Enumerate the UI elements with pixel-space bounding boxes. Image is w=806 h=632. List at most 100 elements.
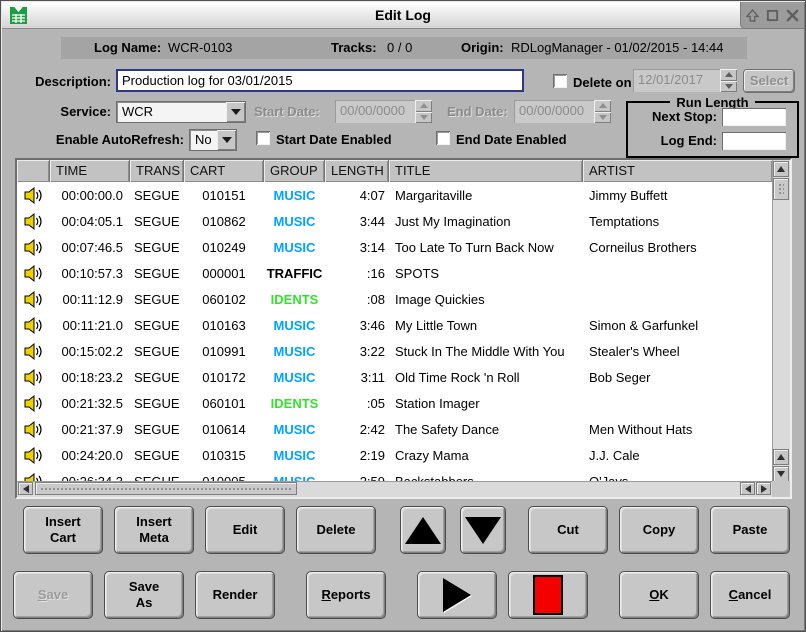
cell-time: 00:11:21.0 bbox=[50, 318, 130, 333]
edit-log-window: Edit Log Log Name: WCR-0103 Tracks: 0 / … bbox=[0, 0, 806, 632]
cell-time: 00:07:46.5 bbox=[50, 240, 130, 255]
table-row[interactable]: 00:10:57.3SEGUE000001TRAFFIC:16SPOTS bbox=[17, 260, 772, 286]
vertical-scrollbar[interactable] bbox=[772, 160, 790, 483]
delete-button[interactable]: Delete bbox=[296, 506, 376, 554]
play-button[interactable] bbox=[417, 571, 497, 619]
table-row[interactable]: 00:21:37.9SEGUE010614MUSIC2:42The Safety… bbox=[17, 416, 772, 442]
cell-trans: SEGUE bbox=[130, 344, 184, 359]
cell-cart: 060102 bbox=[184, 292, 264, 307]
col-artist[interactable]: ARTIST bbox=[583, 160, 772, 182]
table-row[interactable]: 00:11:12.9SEGUE060102IDENTS:08Image Quic… bbox=[17, 286, 772, 312]
cut-button[interactable]: Cut bbox=[528, 506, 608, 554]
button-label: Copy bbox=[643, 522, 676, 538]
save-button[interactable]: Save bbox=[13, 571, 93, 619]
table-row[interactable]: 00:15:02.2SEGUE010991MUSIC3:22Stuck In T… bbox=[17, 338, 772, 364]
cell-time: 00:15:02.2 bbox=[50, 344, 130, 359]
end-date-label: End Date: bbox=[447, 104, 508, 119]
table-row[interactable]: 00:00:00.0SEGUE010151MUSIC4:07Margaritav… bbox=[17, 182, 772, 208]
save-as-button[interactable]: SaveAs bbox=[104, 571, 184, 619]
chevron-down-icon[interactable] bbox=[217, 130, 236, 150]
move-down-button[interactable] bbox=[460, 506, 506, 554]
edit-button[interactable]: Edit bbox=[205, 506, 285, 554]
insert-meta-button[interactable]: InsertMeta bbox=[114, 506, 194, 554]
cell-trans: SEGUE bbox=[130, 266, 184, 281]
spin-down-icon[interactable] bbox=[720, 81, 737, 93]
reports-button[interactable]: Reports bbox=[306, 571, 386, 619]
stop-icon bbox=[533, 575, 563, 615]
spin-up-icon bbox=[594, 100, 611, 112]
horizontal-scroll-thumb[interactable] bbox=[35, 482, 297, 495]
scroll-left-button[interactable] bbox=[18, 482, 33, 495]
col-title[interactable]: TITLE bbox=[389, 160, 583, 182]
delete-date-spin-buttons[interactable] bbox=[720, 69, 737, 92]
table-row[interactable]: 00:21:32.5SEGUE060101IDENTS:05Station Im… bbox=[17, 390, 772, 416]
paste-button[interactable]: Paste bbox=[710, 506, 790, 554]
col-icon[interactable] bbox=[17, 160, 50, 182]
scroll-right-button[interactable] bbox=[756, 482, 771, 495]
col-length[interactable]: LENGTH bbox=[325, 160, 389, 182]
spin-up-icon[interactable] bbox=[720, 69, 737, 81]
scroll-left-button-2[interactable] bbox=[740, 482, 755, 495]
table-row[interactable]: 00:24:20.0SEGUE010315MUSIC2:19Crazy Mama… bbox=[17, 442, 772, 468]
cell-time: 00:00:00.0 bbox=[50, 188, 130, 203]
scroll-down-button[interactable] bbox=[773, 466, 789, 482]
start-date-value: 00/00/0000 bbox=[335, 100, 415, 123]
col-group[interactable]: GROUP bbox=[264, 160, 325, 182]
autorefresh-value: No bbox=[190, 130, 217, 150]
cell-title: Image Quickies bbox=[389, 292, 583, 307]
col-time[interactable]: TIME bbox=[50, 160, 130, 182]
horizontal-scrollbar[interactable] bbox=[17, 481, 772, 497]
cell-time: 00:04:05.1 bbox=[50, 214, 130, 229]
ok-button[interactable]: OK bbox=[619, 571, 699, 619]
cell-time: 00:24:20.0 bbox=[50, 448, 130, 463]
table-row[interactable]: 00:11:21.0SEGUE010163MUSIC3:46My Little … bbox=[17, 312, 772, 338]
select-date-button[interactable]: Select bbox=[743, 69, 795, 93]
button-label: As bbox=[136, 595, 153, 611]
cell-title: The Safety Dance bbox=[389, 422, 583, 437]
cancel-button[interactable]: Cancel bbox=[710, 571, 790, 619]
scroll-up-button[interactable] bbox=[773, 161, 789, 177]
speaker-icon bbox=[17, 447, 50, 464]
delete-date-spinbox[interactable]: 12/01/2017 bbox=[633, 69, 737, 92]
copy-button[interactable]: Copy bbox=[619, 506, 699, 554]
scroll-up-button-2[interactable] bbox=[773, 449, 789, 465]
cell-title: Crazy Mama bbox=[389, 448, 583, 463]
maximize-button[interactable] bbox=[765, 7, 781, 23]
insert-cart-button[interactable]: InsertCart bbox=[23, 506, 103, 554]
start-date-enabled-checkbox[interactable] bbox=[256, 131, 270, 145]
table-row[interactable]: 00:04:05.1SEGUE010862MUSIC3:44Just My Im… bbox=[17, 208, 772, 234]
next-stop-label: Next Stop: bbox=[652, 109, 717, 124]
cell-time: 00:21:32.5 bbox=[50, 396, 130, 411]
log-event-table: TIME TRANS CART GROUP LENGTH TITLE ARTIS… bbox=[15, 158, 792, 499]
speaker-icon bbox=[17, 421, 50, 438]
close-button[interactable] bbox=[784, 7, 800, 23]
table-row[interactable]: 00:07:46.5SEGUE010249MUSIC3:14Too Late T… bbox=[17, 234, 772, 260]
stop-button[interactable] bbox=[508, 571, 588, 619]
move-up-button[interactable] bbox=[400, 506, 446, 554]
delete-on-label: Delete on bbox=[573, 75, 632, 90]
autorefresh-combobox[interactable]: No bbox=[189, 129, 237, 151]
render-button[interactable]: Render bbox=[195, 571, 275, 619]
end-date-value: 00/00/0000 bbox=[514, 100, 594, 123]
cell-group: IDENTS bbox=[264, 292, 325, 307]
service-combobox[interactable]: WCR bbox=[116, 101, 246, 123]
speaker-icon bbox=[17, 395, 50, 412]
chevron-down-icon[interactable] bbox=[226, 102, 245, 122]
next-stop-field bbox=[722, 108, 786, 126]
titlebar[interactable]: Edit Log bbox=[2, 2, 804, 29]
table-row[interactable]: 00:18:23.2SEGUE010172MUSIC3:11Old Time R… bbox=[17, 364, 772, 390]
cell-cart: 010614 bbox=[184, 422, 264, 437]
cell-group: IDENTS bbox=[264, 396, 325, 411]
shade-button[interactable] bbox=[745, 7, 761, 23]
col-cart[interactable]: CART bbox=[184, 160, 264, 182]
description-input[interactable] bbox=[116, 69, 524, 92]
button-label: Reports bbox=[321, 587, 370, 603]
cell-length: :16 bbox=[325, 266, 389, 281]
delete-on-checkbox[interactable] bbox=[553, 74, 567, 88]
cell-artist: Jimmy Buffett bbox=[583, 188, 772, 203]
run-length-group: Run Length Next Stop: Log End: bbox=[626, 101, 799, 158]
vertical-scroll-thumb[interactable] bbox=[773, 178, 789, 200]
col-trans[interactable]: TRANS bbox=[130, 160, 184, 182]
origin-label: Origin: bbox=[461, 40, 504, 55]
end-date-enabled-checkbox[interactable] bbox=[436, 131, 450, 145]
